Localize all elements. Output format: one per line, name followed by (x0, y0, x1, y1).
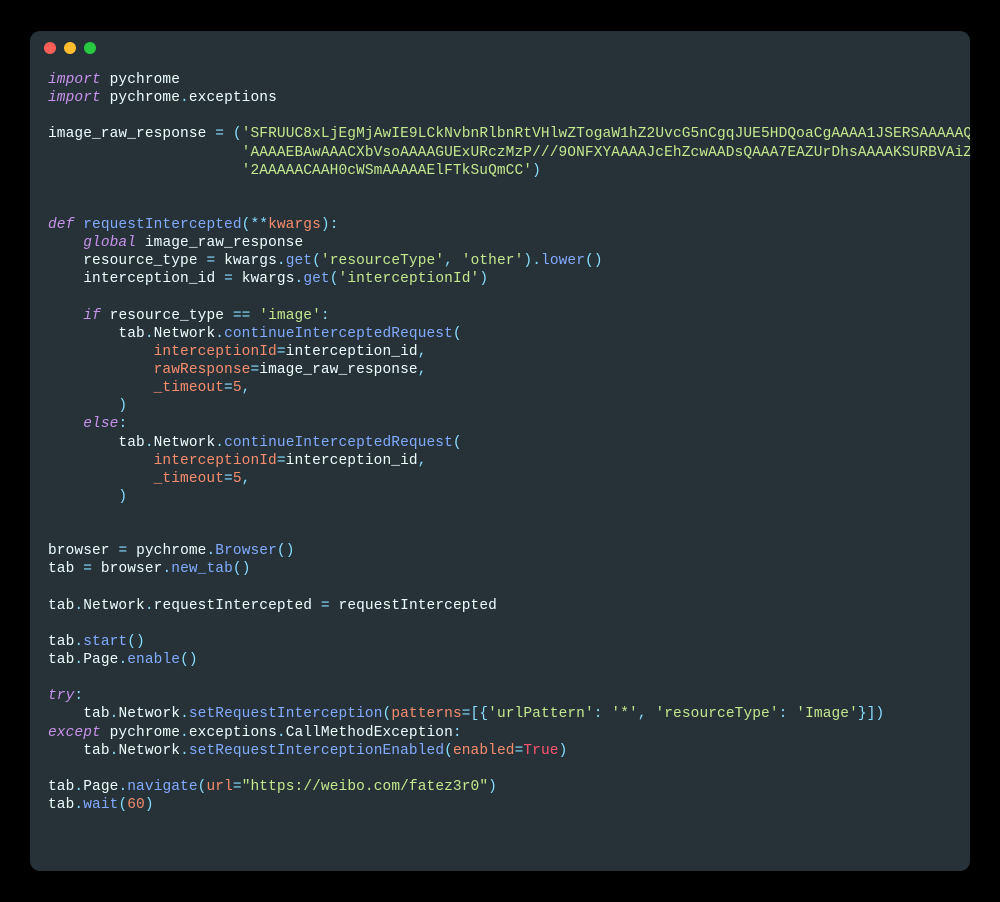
navigate-url: "https://weibo.com/fatez3r0" (242, 779, 488, 795)
raw-string-3: '2AAAAACAAH0cWSmAAAAAElFTkSuQmCC' (242, 163, 532, 179)
code-area: import pychrome import pychrome.exceptio… (30, 65, 970, 832)
func-name: requestIntercepted (83, 217, 241, 233)
minimize-icon[interactable] (64, 42, 76, 54)
raw-string-1: 'SFRUUC8xLjEgMjAwIE9LCkNvbnRlbnRtVHlwZTo… (242, 126, 970, 142)
code-window: import pychrome import pychrome.exceptio… (30, 31, 970, 871)
raw-string-2: 'AAAAEBAwAAACXbVsoAAAAGUExURczMzP///9ONF… (242, 145, 970, 161)
close-icon[interactable] (44, 42, 56, 54)
wait-seconds: 60 (127, 797, 145, 813)
titlebar (30, 31, 970, 65)
maximize-icon[interactable] (84, 42, 96, 54)
global-var: image_raw_response (145, 235, 303, 251)
